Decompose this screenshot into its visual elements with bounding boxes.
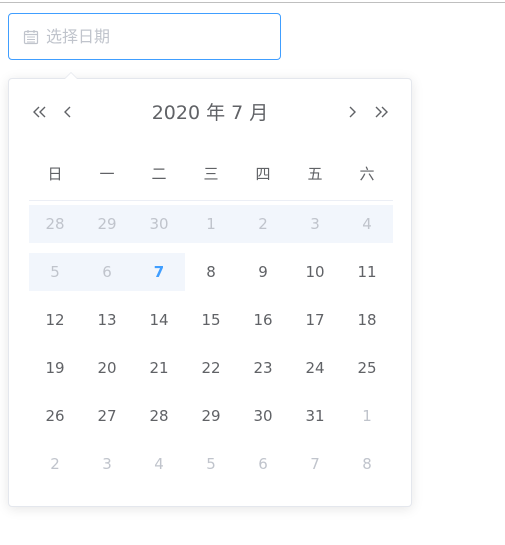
calendar-day[interactable]: 7 — [289, 445, 341, 483]
date-picker-panel: 2020 年 7 月 日 一 二 三 四 五 六 28 29 30 1 2 3 4 5 6 7 8 9… — [8, 72, 412, 507]
calendar-day[interactable]: 20 — [81, 349, 133, 387]
calendar-day[interactable]: 17 — [289, 301, 341, 339]
date-input-field[interactable] — [8, 13, 281, 60]
calendar-day[interactable]: 6 — [237, 445, 289, 483]
calendar-week-row: 2345678 — [29, 445, 393, 483]
calendar-day[interactable]: 22 — [185, 349, 237, 387]
calendar-day[interactable]: 2 — [29, 445, 81, 483]
calendar-day[interactable]: 10 — [289, 253, 341, 291]
day-grid: 28 29 30 1 2 3 4 5 6 7 8 9 10 11 12 13 14 15 16 17 18 19 20 21 2… — [29, 205, 393, 493]
calendar-day[interactable]: 28 — [29, 205, 81, 243]
weekday-label: 五 — [307, 165, 323, 183]
calendar-day[interactable]: 12 — [29, 301, 81, 339]
weekday-label: 二 — [151, 165, 167, 183]
calendar-day[interactable]: 5 — [185, 445, 237, 483]
calendar-day[interactable]: 24 — [289, 349, 341, 387]
calendar-week-row: 5 6 7 8 9 10 11 — [29, 253, 393, 291]
calendar-day[interactable]: 15 — [185, 301, 237, 339]
calendar-day[interactable]: 6 — [81, 253, 133, 291]
calendar-day[interactable]: 5 — [29, 253, 81, 291]
calendar-day-today[interactable]: 7 — [133, 253, 185, 291]
calendar-day[interactable]: 4 — [341, 205, 393, 243]
calendar-day[interactable]: 23 — [237, 349, 289, 387]
weekday-header-row: 日 一 二 三 四 五 六 — [29, 162, 393, 201]
calendar-day[interactable]: 1 — [341, 397, 393, 435]
calendar-day[interactable]: 3 — [81, 445, 133, 483]
calendar-day[interactable]: 27 — [81, 397, 133, 435]
calendar-day[interactable]: 21 — [133, 349, 185, 387]
calendar-week-row: 19 20 21 22 23 24 25 — [29, 349, 393, 387]
calendar-day[interactable]: 25 — [341, 349, 393, 387]
calendar-day[interactable]: 30 — [237, 397, 289, 435]
calendar-day[interactable]: 18 — [341, 301, 393, 339]
calendar-day[interactable]: 13 — [81, 301, 133, 339]
calendar-day[interactable]: 8 — [185, 253, 237, 291]
calendar-day[interactable]: 29 — [185, 397, 237, 435]
calendar-week-row: 12 13 14 15 16 17 18 — [29, 301, 393, 339]
calendar-day[interactable]: 28 — [133, 397, 185, 435]
calendar-day[interactable]: 30 — [133, 205, 185, 243]
calendar-day[interactable]: 19 — [29, 349, 81, 387]
calendar-day[interactable]: 4 — [133, 445, 185, 483]
chevron-right-icon — [345, 104, 359, 123]
calendar-week-row: 28 29 30 1 2 3 4 — [29, 205, 393, 243]
weekday-label: 日 — [47, 165, 63, 183]
double-chevron-right-icon — [374, 104, 388, 123]
calendar-week-row: 26 27 28 29 30 31 1 — [29, 397, 393, 435]
top-divider — [0, 2, 505, 3]
weekday-label: 六 — [359, 165, 375, 183]
calendar-icon — [23, 29, 39, 45]
calendar-day[interactable]: 2 — [237, 205, 289, 243]
weekday-label: 一 — [99, 165, 115, 183]
weekday-label: 三 — [203, 165, 219, 183]
calendar-day[interactable]: 14 — [133, 301, 185, 339]
next-year-button[interactable] — [370, 101, 392, 125]
weekday-label: 四 — [255, 165, 271, 183]
calendar-day[interactable]: 3 — [289, 205, 341, 243]
calendar-day[interactable]: 9 — [237, 253, 289, 291]
calendar-day[interactable]: 26 — [29, 397, 81, 435]
date-input[interactable] — [46, 27, 246, 46]
next-month-button[interactable] — [341, 101, 363, 125]
calendar-day[interactable]: 16 — [237, 301, 289, 339]
calendar-day[interactable]: 1 — [185, 205, 237, 243]
calendar-day[interactable]: 31 — [289, 397, 341, 435]
calendar-day[interactable]: 29 — [81, 205, 133, 243]
calendar-day[interactable]: 11 — [341, 253, 393, 291]
calendar-day[interactable]: 8 — [341, 445, 393, 483]
